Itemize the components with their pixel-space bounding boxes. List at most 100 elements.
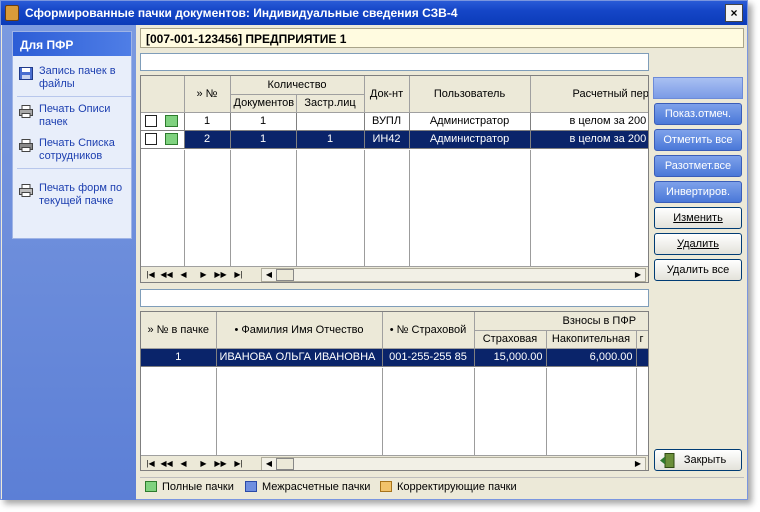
col-header-accumulative-part[interactable]: Накопительная xyxy=(546,330,637,349)
cell-user: Администратор xyxy=(409,130,531,149)
top-filter-input[interactable] xyxy=(140,53,649,71)
printer-icon xyxy=(19,105,33,118)
table-row[interactable]: 1 1 ВУПЛ Администратор в целом за 200 xyxy=(141,112,648,131)
grid-line xyxy=(474,368,475,456)
mark-all-button[interactable]: Отметить все xyxy=(654,129,742,151)
grid-line xyxy=(636,368,637,456)
col-header-contributions: Взносы в ПФР xyxy=(474,312,648,331)
nav-last-icon[interactable]: ▶| xyxy=(231,268,246,282)
task-print-employees[interactable]: Печать Списка сотрудников xyxy=(13,137,131,169)
show-marked-button[interactable]: Показ.отмеч. xyxy=(654,103,742,125)
task-print-forms[interactable]: Печать форм по текущей пачке xyxy=(13,182,131,208)
scroll-right-icon[interactable]: ▶ xyxy=(631,269,645,281)
col-header-document[interactable]: Док-нт xyxy=(364,76,410,113)
cell-insured xyxy=(296,112,365,131)
scroll-left-icon[interactable]: ◀ xyxy=(262,269,276,281)
row-marker xyxy=(141,112,185,131)
close-button[interactable]: Закрыть xyxy=(654,449,742,471)
persons-navigator: |◀ ◀◀ ◀ ▶ ▶▶ ▶| ◀ ▶ xyxy=(141,455,648,470)
inter-pack-icon xyxy=(245,481,257,492)
unmark-all-button[interactable]: Разотмет.все xyxy=(654,155,742,177)
nav-next-icon[interactable]: ▶ xyxy=(196,268,211,282)
nav-first-icon[interactable]: |◀ xyxy=(143,268,158,282)
task-panel: Для ПФР Запись пачек в файлы Печать Опис… xyxy=(12,31,132,239)
nav-prev-icon[interactable]: ◀ xyxy=(176,457,191,470)
col-header-insurance-number[interactable]: • № Страховой xyxy=(382,312,475,349)
left-pane: Для ПФР Запись пачек в файлы Печать Опис… xyxy=(2,25,136,500)
col-header-insured[interactable]: Застр.лиц xyxy=(296,94,365,113)
full-pack-icon xyxy=(145,481,157,492)
packs-grid[interactable]: » № Количество Док-нт Пользователь Расче… xyxy=(140,75,649,283)
packs-hscrollbar[interactable]: ◀ ▶ xyxy=(261,268,646,282)
persons-grid[interactable]: » № в пачке • Фамилия Имя Отчество • № С… xyxy=(140,311,649,471)
task-print-inventory[interactable]: Печать Описи пачек xyxy=(13,103,131,129)
task-print-employees-label2: сотрудников xyxy=(39,150,103,162)
nav-next-icon[interactable]: ▶ xyxy=(196,457,211,470)
organization-header: [007-001-123456] ПРЕДПРИЯТИЕ 1 xyxy=(140,28,744,48)
col-header-full-name[interactable]: • Фамилия Имя Отчество xyxy=(216,312,383,349)
printer-icon xyxy=(19,139,33,152)
grid-line xyxy=(184,150,185,266)
nav-prev-page-icon[interactable]: ◀◀ xyxy=(159,457,174,470)
col-header-insurance-part[interactable]: Страховая xyxy=(474,330,547,349)
grid-line xyxy=(382,368,383,456)
col-header-number[interactable]: » № xyxy=(184,76,231,113)
scroll-left-icon[interactable]: ◀ xyxy=(262,458,276,470)
task-print-forms-label1: Печать форм по xyxy=(39,182,123,194)
task-write-packs[interactable]: Запись пачек в файлы xyxy=(13,65,131,97)
full-pack-icon xyxy=(165,133,179,146)
nav-prev-page-icon[interactable]: ◀◀ xyxy=(159,268,174,282)
scroll-thumb[interactable] xyxy=(276,458,294,470)
legend-corr: Корректирующие пачки xyxy=(380,481,517,493)
task-print-inventory-label1: Печать Описи xyxy=(39,103,111,115)
delete-button-label: Удалить xyxy=(677,238,719,250)
nav-prev-icon[interactable]: ◀ xyxy=(176,268,191,282)
close-window-button[interactable]: × xyxy=(725,4,743,22)
cell-period: в целом за 200 xyxy=(530,130,648,149)
bottom-filter-input[interactable] xyxy=(140,289,649,307)
row-checkbox[interactable] xyxy=(145,115,157,128)
legend-full-label: Полные пачки xyxy=(162,481,234,493)
scroll-thumb[interactable] xyxy=(276,269,294,281)
exit-door-icon xyxy=(660,453,675,468)
nav-last-icon[interactable]: ▶| xyxy=(231,457,246,470)
edit-button[interactable]: Изменить xyxy=(654,207,742,229)
delete-button[interactable]: Удалить xyxy=(654,233,742,255)
task-write-packs-label1: Запись пачек в xyxy=(39,65,116,77)
persons-hscrollbar[interactable]: ◀ ▶ xyxy=(261,457,646,470)
packs-row-header xyxy=(141,76,185,113)
close-button-label: Закрыть xyxy=(683,454,727,466)
task-print-employees-label1: Печать Списка xyxy=(39,137,115,149)
cell-document: ИН42 xyxy=(364,130,410,149)
cell-number: 2 xyxy=(184,130,231,149)
task-panel-header: Для ПФР xyxy=(13,32,131,56)
divider xyxy=(17,168,131,169)
col-header-more[interactable]: г xyxy=(636,330,648,349)
col-header-period[interactable]: Расчетный пер xyxy=(530,76,648,113)
table-row-selected[interactable]: 2 1 1 ИН42 Администратор в целом за 200 xyxy=(141,130,648,149)
nav-first-icon[interactable]: |◀ xyxy=(143,457,158,470)
legend: Полные пачки Межрасчетные пачки Корректи… xyxy=(140,477,744,495)
task-write-packs-label2: файлы xyxy=(39,78,75,90)
window-title: Сформированные пачки документов: Индивид… xyxy=(25,6,458,20)
title-bar[interactable]: Сформированные пачки документов: Индивид… xyxy=(1,1,747,25)
nav-next-page-icon[interactable]: ▶▶ xyxy=(213,457,228,470)
grid-line xyxy=(409,150,410,266)
full-pack-icon xyxy=(165,115,179,128)
nav-next-page-icon[interactable]: ▶▶ xyxy=(213,268,228,282)
packs-navigator: |◀ ◀◀ ◀ ▶ ▶▶ ▶| ◀ ▶ xyxy=(141,266,648,282)
grid-line xyxy=(216,368,217,456)
cell-full-name: ИВАНОВА ОЛЬГА ИВАНОВНА xyxy=(216,348,383,367)
delete-all-button[interactable]: Удалить все xyxy=(654,259,742,281)
legend-full: Полные пачки xyxy=(145,481,234,493)
col-header-quantity: Количество xyxy=(230,76,365,95)
invert-selection-button[interactable]: Инвертиров. xyxy=(654,181,742,203)
cell-documents: 1 xyxy=(230,112,297,131)
col-header-documents[interactable]: Документов xyxy=(230,94,297,113)
col-header-pack-number[interactable]: » № в пачке xyxy=(141,312,217,349)
row-checkbox[interactable] xyxy=(145,133,157,146)
table-row-selected[interactable]: 1 ИВАНОВА ОЛЬГА ИВАНОВНА 001-255-255 85 … xyxy=(141,348,648,367)
scroll-right-icon[interactable]: ▶ xyxy=(631,458,645,470)
divider xyxy=(17,96,131,97)
col-header-user[interactable]: Пользователь xyxy=(409,76,531,113)
